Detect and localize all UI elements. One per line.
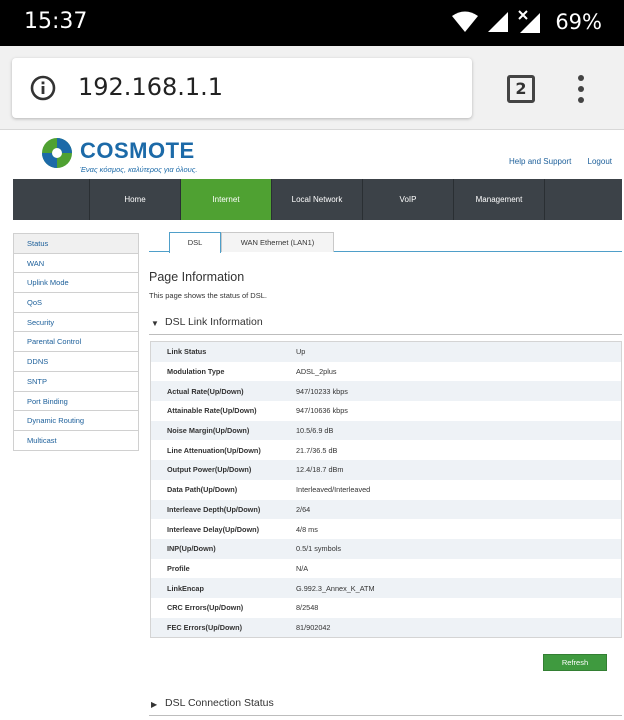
table-row: CRC Errors(Up/Down) 8/2548 bbox=[151, 597, 621, 618]
row-key: Interleave Delay(Up/Down) bbox=[167, 524, 260, 534]
row-value: 21.7/36.5 dB bbox=[296, 445, 338, 455]
row-key: Data Path(Up/Down) bbox=[167, 485, 238, 495]
row-value: Interleaved/Interleaved bbox=[296, 485, 371, 495]
expand-arrow-icon: ▶ bbox=[151, 700, 158, 709]
logo-tagline: Ένας κόσμος, καλύτερος για όλους. bbox=[80, 165, 198, 174]
nav-local-network[interactable]: Local Network bbox=[272, 179, 363, 220]
section-title: DSL Link Information bbox=[165, 316, 263, 328]
tab-dsl[interactable]: DSL bbox=[169, 232, 221, 253]
row-key: CRC Errors(Up/Down) bbox=[167, 603, 244, 613]
row-key: FEC Errors(Up/Down) bbox=[167, 622, 242, 632]
row-value: 81/902042 bbox=[296, 622, 331, 632]
row-value: 947/10233 kbps bbox=[296, 386, 348, 396]
sidebar-item-port-binding[interactable]: Port Binding bbox=[14, 391, 138, 412]
table-row: LinkEncap G.992.3_Annex_K_ATM bbox=[151, 578, 621, 598]
sidebar: Status WAN Uplink Mode QoS Security Pare… bbox=[13, 233, 139, 451]
row-key: Attainable Rate(Up/Down) bbox=[167, 406, 257, 416]
nav-home[interactable]: Home bbox=[90, 179, 181, 220]
url-text[interactable]: 192.168.1.1 bbox=[78, 73, 223, 101]
table-row: Actual Rate(Up/Down) 947/10233 kbps bbox=[151, 381, 621, 402]
sidebar-item-wan[interactable]: WAN bbox=[14, 253, 138, 274]
row-key: Output Power(Up/Down) bbox=[167, 465, 252, 475]
page-description: This page shows the status of DSL. bbox=[149, 291, 267, 300]
row-value: 12.4/18.7 dBm bbox=[296, 465, 344, 475]
row-value: 8/2548 bbox=[296, 603, 319, 613]
sidebar-item-multicast[interactable]: Multicast bbox=[14, 430, 138, 451]
row-key: Modulation Type bbox=[167, 367, 225, 377]
nav-management[interactable]: Management bbox=[454, 179, 545, 220]
dsl-connection-status-toggle[interactable]: ▶ DSL Connection Status bbox=[149, 694, 622, 716]
row-value: 10.5/6.9 dB bbox=[296, 426, 334, 436]
sidebar-item-security[interactable]: Security bbox=[14, 312, 138, 333]
battery-level: 69% bbox=[555, 10, 602, 34]
row-key: Link Status bbox=[167, 347, 207, 357]
browser-menu-icon[interactable] bbox=[574, 75, 588, 105]
table-row: Output Power(Up/Down) 12.4/18.7 dBm bbox=[151, 460, 621, 480]
signal-icon bbox=[488, 12, 509, 32]
sidebar-item-parental-control[interactable]: Parental Control bbox=[14, 332, 138, 353]
row-value: 0.5/1 symbols bbox=[296, 544, 342, 554]
browser-toolbar: 192.168.1.1 2 bbox=[0, 46, 624, 130]
dsl-info-table: Link Status Up Modulation Type ADSL_2plus … bbox=[150, 341, 622, 639]
sidebar-item-uplink-mode[interactable]: Uplink Mode bbox=[14, 273, 138, 294]
status-bar: 15:37 69% bbox=[0, 0, 624, 46]
tab-switcher-button[interactable]: 2 bbox=[507, 75, 535, 103]
section-title: DSL Connection Status bbox=[165, 697, 274, 709]
table-row: Attainable Rate(Up/Down) 947/10636 kbps bbox=[151, 401, 621, 421]
table-row: Link Status Up bbox=[151, 342, 621, 362]
sidebar-item-status[interactable]: Status bbox=[14, 234, 138, 254]
table-row: Profile N/A bbox=[151, 558, 621, 579]
row-value: G.992.3_Annex_K_ATM bbox=[296, 583, 375, 593]
row-value: N/A bbox=[296, 563, 309, 573]
row-key: INP(Up/Down) bbox=[167, 544, 216, 554]
row-value: 4/8 ms bbox=[296, 524, 318, 534]
dsl-link-info-toggle[interactable]: ▼ DSL Link Information bbox=[149, 313, 622, 335]
table-row: Interleave Delay(Up/Down) 4/8 ms bbox=[151, 519, 621, 539]
clock: 15:37 bbox=[24, 9, 88, 34]
tab-wan-ethernet[interactable]: WAN Ethernet (LAN1) bbox=[221, 232, 334, 252]
row-value: 2/64 bbox=[296, 504, 311, 514]
row-key: Actual Rate(Up/Down) bbox=[167, 386, 244, 396]
sidebar-item-qos[interactable]: QoS bbox=[14, 293, 138, 313]
row-key: Line Attenuation(Up/Down) bbox=[167, 445, 261, 455]
address-bar[interactable]: 192.168.1.1 bbox=[12, 58, 472, 118]
table-row: Data Path(Up/Down) Interleaved/Interleave… bbox=[151, 479, 621, 500]
collapse-arrow-icon: ▼ bbox=[151, 319, 159, 328]
sidebar-item-ddns[interactable]: DDNS bbox=[14, 352, 138, 372]
table-row: Noise Margin(Up/Down) 10.5/6.9 dB bbox=[151, 420, 621, 441]
row-value: Up bbox=[296, 347, 306, 357]
info-icon[interactable] bbox=[30, 75, 56, 101]
sidebar-item-dynamic-routing[interactable]: Dynamic Routing bbox=[14, 411, 138, 431]
cosmote-logo: COSMOTE Ένας κόσμος, καλύτερος για όλους… bbox=[40, 136, 200, 176]
help-link[interactable]: Help and Support bbox=[509, 157, 571, 166]
logo-text: COSMOTE bbox=[80, 138, 195, 163]
refresh-button[interactable]: Refresh bbox=[543, 654, 607, 671]
table-row: Line Attenuation(Up/Down) 21.7/36.5 dB bbox=[151, 440, 621, 461]
nav-internet[interactable]: Internet bbox=[181, 179, 272, 220]
table-row: Interleave Depth(Up/Down) 2/64 bbox=[151, 499, 621, 520]
row-key: Interleave Depth(Up/Down) bbox=[167, 504, 261, 514]
main-nav: Home Internet Local Network VoIP Managem… bbox=[13, 179, 622, 220]
nav-voip[interactable]: VoIP bbox=[363, 179, 454, 220]
sidebar-item-sntp[interactable]: SNTP bbox=[14, 371, 138, 392]
wifi-icon bbox=[452, 11, 479, 32]
row-key: LinkEncap bbox=[167, 583, 204, 593]
row-value: 947/10636 kbps bbox=[296, 406, 348, 416]
top-links: Help and Support Logout bbox=[495, 157, 612, 166]
table-row: Modulation Type ADSL_2plus bbox=[151, 361, 621, 382]
cosmote-logo-mark bbox=[42, 138, 72, 168]
status-icons: 69% bbox=[451, 10, 602, 34]
row-key: Profile bbox=[167, 563, 190, 573]
signal-no-data-icon bbox=[518, 10, 541, 33]
page-title: Page Information bbox=[149, 270, 245, 284]
logout-link[interactable]: Logout bbox=[588, 157, 612, 166]
row-value: ADSL_2plus bbox=[296, 367, 337, 377]
table-row: INP(Up/Down) 0.5/1 symbols bbox=[151, 538, 621, 559]
table-row: FEC Errors(Up/Down) 81/902042 bbox=[151, 617, 621, 638]
nav-spacer bbox=[13, 179, 90, 220]
tab-bar: DSL WAN Ethernet (LAN1) bbox=[149, 232, 622, 253]
row-key: Noise Margin(Up/Down) bbox=[167, 426, 250, 436]
